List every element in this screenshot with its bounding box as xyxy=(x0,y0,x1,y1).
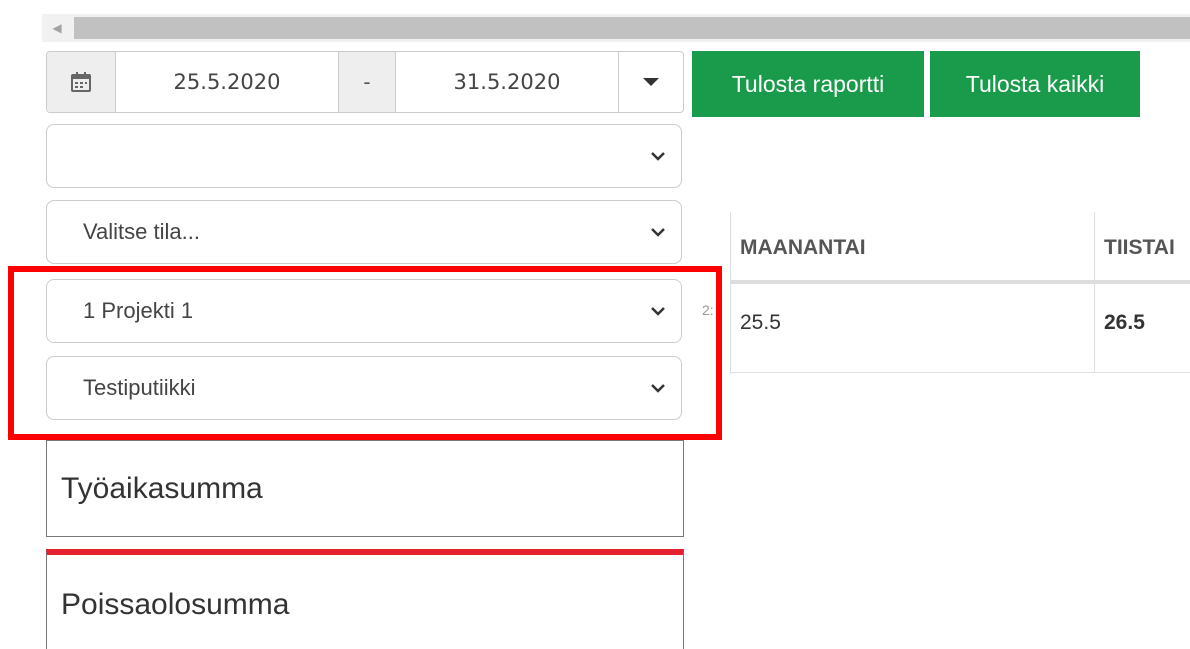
calendar-icon xyxy=(71,72,91,92)
status-select[interactable]: Valitse tila... xyxy=(46,200,682,264)
end-date-input[interactable]: 31.5.2020 xyxy=(396,52,619,112)
date-cell-monday: 25.5 xyxy=(731,284,1095,372)
header-label: MAANANTAI xyxy=(740,236,866,259)
table-row: 25.5 26.5 xyxy=(731,284,1190,373)
chevron-down-icon xyxy=(651,152,665,161)
date-range-picker[interactable]: 25.5.2020 - 31.5.2020 xyxy=(46,51,684,113)
date-value: 25.5 xyxy=(740,311,781,334)
work-time-summary-title: Työaikasumma xyxy=(61,472,263,505)
chevron-down-icon xyxy=(651,228,665,237)
partial-label: 2: xyxy=(702,302,714,318)
shop-select[interactable]: Testiputiikki xyxy=(46,356,682,420)
calendar-addon[interactable] xyxy=(47,52,116,112)
start-date-input[interactable]: 25.5.2020 xyxy=(116,52,339,112)
date-value: 26.5 xyxy=(1104,311,1145,334)
caret-down-icon xyxy=(643,78,659,86)
date-cell-tuesday: 26.5 xyxy=(1095,284,1190,372)
chevron-down-icon xyxy=(651,307,665,316)
scrollbar-thumb[interactable] xyxy=(74,17,1190,39)
chevron-down-icon xyxy=(651,384,665,393)
print-all-button[interactable]: Tulosta kaikki xyxy=(930,51,1140,117)
project-value: 1 Projekti 1 xyxy=(83,298,194,323)
absence-summary-title: Poissaolosumma xyxy=(61,588,290,621)
header-cell-monday: MAANANTAI xyxy=(731,212,1095,280)
date-separator: - xyxy=(339,52,396,112)
filter-select-empty[interactable] xyxy=(46,124,682,188)
week-table: MAANANTAI TIISTAI 25.5 26.5 xyxy=(730,212,1190,374)
print-report-button[interactable]: Tulosta raportti xyxy=(692,51,924,117)
date-range-dropdown-button[interactable] xyxy=(619,52,683,112)
header-label: TIISTAI xyxy=(1104,236,1175,259)
absence-summary: Poissaolosumma xyxy=(46,549,684,649)
table-header-row: MAANANTAI TIISTAI xyxy=(731,212,1190,284)
header-cell-tuesday: TIISTAI xyxy=(1095,212,1190,280)
shop-value: Testiputiikki xyxy=(83,375,196,400)
project-select[interactable]: 1 Projekti 1 xyxy=(46,279,682,343)
scroll-left-arrow-icon[interactable]: ◀ xyxy=(42,14,72,42)
status-placeholder: Valitse tila... xyxy=(83,219,200,244)
horizontal-scrollbar[interactable]: ◀ xyxy=(42,14,1190,42)
work-time-summary: Työaikasumma xyxy=(46,440,684,537)
